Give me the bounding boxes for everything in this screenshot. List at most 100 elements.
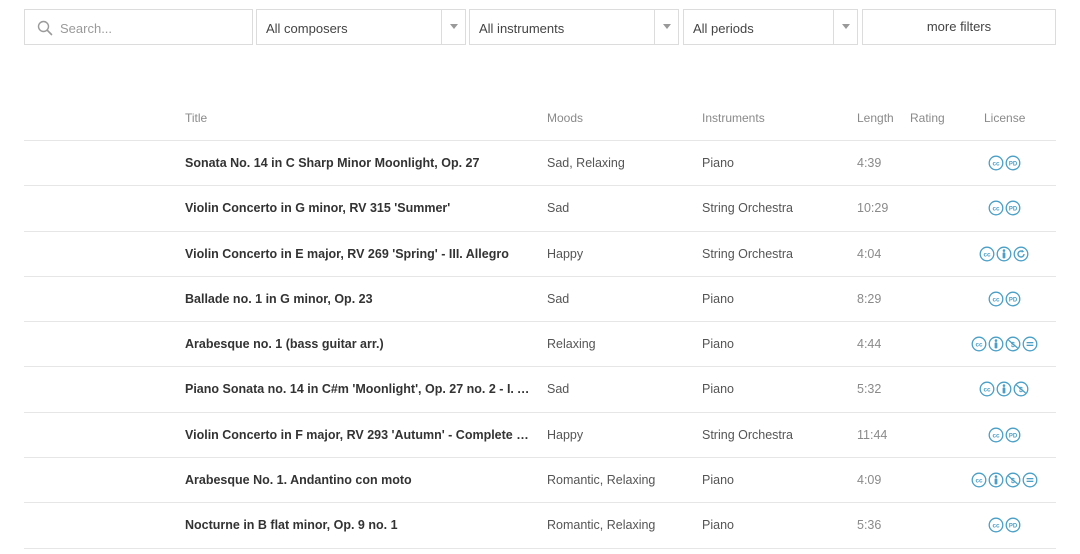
cc-icon: cc	[988, 200, 1003, 216]
pd-icon: PD	[1005, 517, 1020, 533]
track-instruments: Piano	[702, 291, 734, 306]
header-instruments[interactable]: Instruments	[702, 111, 765, 125]
track-moods: Sad	[547, 291, 570, 306]
instrument-select[interactable]: All instruments	[469, 9, 679, 45]
svg-text:cc: cc	[992, 206, 1000, 213]
track-length: 10:29	[857, 201, 889, 216]
svg-text:cc: cc	[992, 432, 1000, 439]
header-rating[interactable]: Rating	[910, 111, 945, 125]
track-license[interactable]: cc PD	[964, 517, 1044, 533]
track-license[interactable]: cc $	[964, 381, 1044, 397]
cc-icon: cc	[988, 427, 1003, 443]
svg-text:cc: cc	[975, 478, 983, 485]
track-moods: Romantic, Relaxing	[547, 518, 656, 533]
header-title[interactable]: Title	[185, 111, 207, 125]
track-license[interactable]: cc $	[964, 336, 1044, 352]
track-title-link[interactable]: Nocturne in B flat minor, Op. 9 no. 1	[185, 518, 537, 532]
header-license[interactable]: License	[984, 111, 1025, 125]
by-icon	[988, 472, 1003, 488]
period-select-value: All periods	[693, 21, 754, 36]
table-row[interactable]: Violin Concerto in E major, RV 269 'Spri…	[24, 232, 1056, 277]
track-length: 4:04	[857, 246, 882, 261]
chevron-down-icon	[450, 24, 458, 29]
svg-text:PD: PD	[1008, 297, 1017, 303]
table-body: Sonata No. 14 in C Sharp Minor Moonlight…	[24, 141, 1056, 549]
track-title-link[interactable]: Violin Concerto in E major, RV 269 'Spri…	[185, 247, 537, 261]
track-length: 5:32	[857, 382, 882, 397]
table-row[interactable]: Violin Concerto in G minor, RV 315 'Summ…	[24, 186, 1056, 232]
svg-text:cc: cc	[975, 342, 983, 349]
by-icon	[988, 336, 1003, 352]
period-select[interactable]: All periods	[683, 9, 858, 45]
search-box[interactable]	[24, 9, 253, 45]
chevron-down-icon	[663, 24, 671, 29]
svg-text:cc: cc	[992, 161, 1000, 168]
by-icon	[996, 246, 1012, 262]
track-instruments: Piano	[702, 518, 734, 533]
nc-icon: $	[1013, 382, 1029, 397]
table-row[interactable]: Arabesque no. 1 (bass guitar arr.) Relaxi…	[24, 322, 1056, 368]
track-length: 4:09	[857, 473, 882, 488]
svg-text:cc: cc	[983, 387, 991, 394]
track-instruments: Piano	[702, 382, 734, 397]
header-moods[interactable]: Moods	[547, 111, 583, 125]
cc-icon: cc	[979, 382, 995, 397]
table-row[interactable]: Violin Concerto in F major, RV 293 'Autu…	[24, 413, 1056, 459]
track-license[interactable]: cc	[964, 246, 1044, 262]
track-moods: Romantic, Relaxing	[547, 473, 656, 488]
track-title-link[interactable]: Ballade no. 1 in G minor, Op. 23	[185, 292, 537, 306]
track-license[interactable]: cc PD	[964, 155, 1044, 171]
nc-icon: $	[1005, 472, 1020, 488]
track-title-link[interactable]: Arabesque no. 1 (bass guitar arr.)	[185, 337, 537, 351]
track-length: 8:29	[857, 291, 882, 306]
cc-icon: cc	[988, 155, 1003, 171]
track-instruments: String Orchestra	[702, 246, 794, 261]
svg-text:PD: PD	[1008, 433, 1017, 439]
header-length[interactable]: Length	[857, 111, 894, 125]
nc-icon: $	[1005, 336, 1020, 352]
composer-select[interactable]: All composers	[256, 9, 466, 45]
table-row[interactable]: Nocturne in B flat minor, Op. 9 no. 1 Rom…	[24, 503, 1056, 549]
track-title-link[interactable]: Violin Concerto in G minor, RV 315 'Summ…	[185, 201, 537, 215]
svg-text:PD: PD	[1008, 207, 1017, 213]
cc-icon: cc	[971, 336, 986, 352]
sa-icon	[1013, 246, 1029, 262]
svg-text:cc: cc	[992, 523, 1000, 530]
table-row[interactable]: Sonata No. 14 in C Sharp Minor Moonlight…	[24, 141, 1056, 187]
track-moods: Relaxing	[547, 337, 596, 352]
search-input[interactable]	[60, 18, 245, 38]
pd-icon: PD	[1005, 427, 1020, 443]
composer-select-value: All composers	[266, 21, 348, 36]
track-length: 4:39	[857, 156, 882, 170]
pd-icon: PD	[1005, 200, 1020, 216]
track-title-link[interactable]: Piano Sonata no. 14 in C#m 'Moonlight', …	[185, 382, 537, 396]
svg-text:cc: cc	[983, 251, 991, 258]
svg-text:PD: PD	[1008, 161, 1017, 167]
more-filters-button[interactable]: more filters	[862, 9, 1056, 45]
track-title-link[interactable]: Arabesque No. 1. Andantino con moto	[185, 473, 537, 487]
tracks-table: Title Moods Instruments Length Rating Li…	[24, 95, 1056, 549]
cc-icon: cc	[988, 291, 1003, 307]
track-license[interactable]: cc $	[964, 472, 1044, 488]
track-moods: Sad, Relaxing	[547, 156, 625, 170]
track-license[interactable]: cc PD	[964, 200, 1044, 216]
track-length: 4:44	[857, 337, 882, 352]
period-dropdown-arrow[interactable]	[833, 10, 857, 44]
chevron-down-icon	[842, 24, 850, 29]
table-row[interactable]: Arabesque No. 1. Andantino con moto Roman…	[24, 458, 1056, 504]
instrument-dropdown-arrow[interactable]	[654, 10, 678, 44]
table-header: Title Moods Instruments Length Rating Li…	[24, 95, 1056, 141]
composer-dropdown-arrow[interactable]	[441, 10, 465, 44]
track-license[interactable]: cc PD	[964, 427, 1044, 443]
by-icon	[996, 382, 1012, 397]
track-title-link[interactable]: Violin Concerto in F major, RV 293 'Autu…	[185, 428, 537, 442]
track-moods: Happy	[547, 427, 584, 442]
track-title-link[interactable]: Sonata No. 14 in C Sharp Minor Moonlight…	[185, 156, 537, 170]
track-license[interactable]: cc PD	[964, 291, 1044, 307]
table-row[interactable]: Ballade no. 1 in G minor, Op. 23 Sad Piano…	[24, 277, 1056, 323]
track-instruments: Piano	[702, 337, 734, 352]
nd-icon	[1022, 472, 1037, 488]
svg-text:cc: cc	[992, 296, 1000, 303]
table-row[interactable]: Piano Sonata no. 14 in C#m 'Moonlight', …	[24, 367, 1056, 413]
search-icon	[37, 20, 53, 36]
